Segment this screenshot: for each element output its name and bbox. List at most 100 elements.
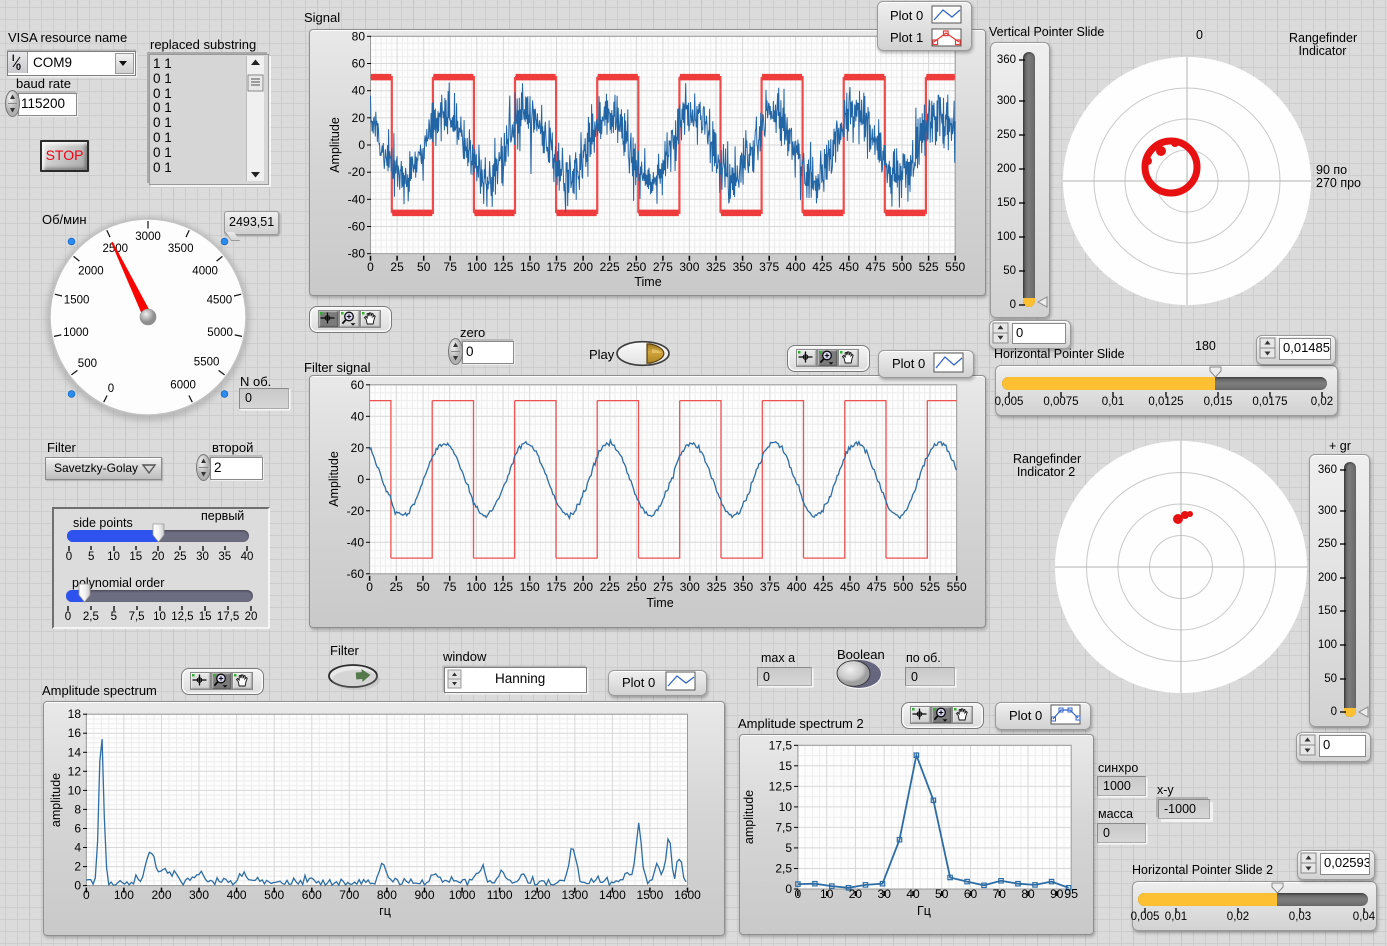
svg-text:I: I bbox=[12, 53, 15, 63]
svg-text:Time: Time bbox=[634, 275, 661, 289]
svg-text:525: 525 bbox=[920, 580, 940, 594]
svg-text:80: 80 bbox=[352, 29, 366, 43]
svg-text:16: 16 bbox=[68, 726, 82, 740]
svg-text:10: 10 bbox=[68, 783, 82, 797]
svg-text:200: 200 bbox=[573, 260, 593, 274]
svg-text:40: 40 bbox=[351, 409, 365, 423]
svg-text:-40: -40 bbox=[348, 192, 366, 206]
svg-text:-60: -60 bbox=[347, 567, 365, 581]
svg-text:175: 175 bbox=[546, 260, 566, 274]
svg-text:3500: 3500 bbox=[168, 243, 194, 255]
svg-text:7,5: 7,5 bbox=[775, 820, 792, 834]
svg-text:100: 100 bbox=[466, 580, 486, 594]
svg-text:15: 15 bbox=[779, 759, 793, 773]
svg-text:150: 150 bbox=[520, 260, 540, 274]
svg-text:0: 0 bbox=[367, 260, 374, 274]
svg-text:75: 75 bbox=[443, 580, 457, 594]
svg-text:12,5: 12,5 bbox=[769, 779, 793, 793]
svg-text:Amplitude: Amplitude bbox=[327, 451, 341, 507]
svg-text:350: 350 bbox=[733, 260, 753, 274]
svg-text:40: 40 bbox=[352, 84, 366, 98]
svg-text:150: 150 bbox=[520, 580, 540, 594]
svg-text:-20: -20 bbox=[348, 165, 366, 179]
svg-text:6000: 6000 bbox=[170, 379, 196, 391]
svg-text:10: 10 bbox=[779, 800, 793, 814]
svg-text:500: 500 bbox=[893, 580, 913, 594]
svg-text:0: 0 bbox=[108, 383, 114, 395]
svg-text:225: 225 bbox=[600, 260, 620, 274]
svg-text:8: 8 bbox=[74, 802, 81, 816]
svg-text:1000: 1000 bbox=[63, 327, 89, 339]
svg-text:300: 300 bbox=[679, 260, 699, 274]
svg-text:500: 500 bbox=[892, 260, 912, 274]
svg-text:200: 200 bbox=[573, 580, 593, 594]
svg-text:6: 6 bbox=[74, 822, 81, 836]
svg-text:1500: 1500 bbox=[64, 295, 90, 307]
svg-text:250: 250 bbox=[626, 580, 646, 594]
svg-text:0: 0 bbox=[16, 62, 21, 72]
svg-text:5000: 5000 bbox=[207, 327, 233, 339]
svg-text:300: 300 bbox=[680, 580, 700, 594]
svg-text:425: 425 bbox=[812, 260, 832, 274]
svg-text:0: 0 bbox=[366, 580, 373, 594]
svg-text:50: 50 bbox=[416, 580, 430, 594]
svg-text:475: 475 bbox=[867, 580, 887, 594]
svg-text:Гц: Гц bbox=[917, 904, 931, 918]
svg-text:-60: -60 bbox=[348, 220, 366, 234]
svg-text:25: 25 bbox=[390, 580, 404, 594]
svg-text:4500: 4500 bbox=[207, 295, 233, 307]
svg-text:525: 525 bbox=[919, 260, 939, 274]
svg-text:250: 250 bbox=[626, 260, 646, 274]
svg-text:75: 75 bbox=[444, 260, 458, 274]
svg-text:2,5: 2,5 bbox=[775, 862, 792, 876]
svg-text:275: 275 bbox=[653, 260, 673, 274]
svg-text:0: 0 bbox=[74, 879, 81, 893]
svg-text:5500: 5500 bbox=[194, 356, 220, 368]
svg-text:275: 275 bbox=[653, 580, 673, 594]
svg-text:17,5: 17,5 bbox=[769, 738, 793, 752]
svg-text:60: 60 bbox=[352, 57, 366, 71]
svg-text:Amplitude: Amplitude bbox=[328, 117, 342, 173]
svg-text:0: 0 bbox=[357, 472, 364, 486]
svg-text:325: 325 bbox=[706, 580, 726, 594]
svg-text:500: 500 bbox=[78, 358, 97, 370]
svg-text:550: 550 bbox=[945, 260, 965, 274]
svg-text:60: 60 bbox=[351, 378, 365, 392]
svg-text:Time: Time bbox=[646, 596, 673, 610]
svg-text:100: 100 bbox=[467, 260, 487, 274]
svg-text:2: 2 bbox=[74, 860, 81, 874]
svg-text:3000: 3000 bbox=[135, 231, 161, 243]
svg-text:375: 375 bbox=[759, 260, 779, 274]
svg-text:0: 0 bbox=[785, 882, 792, 896]
svg-text:amplitude: amplitude bbox=[742, 790, 756, 844]
svg-text:450: 450 bbox=[840, 580, 860, 594]
svg-text:4: 4 bbox=[74, 841, 81, 855]
svg-text:125: 125 bbox=[493, 580, 513, 594]
svg-text:-80: -80 bbox=[348, 247, 366, 261]
svg-text:375: 375 bbox=[760, 580, 780, 594]
svg-text:4000: 4000 bbox=[192, 266, 218, 278]
svg-text:14: 14 bbox=[68, 745, 82, 759]
svg-text:-40: -40 bbox=[347, 535, 365, 549]
svg-text:20: 20 bbox=[352, 111, 366, 125]
svg-text:425: 425 bbox=[813, 580, 833, 594]
svg-text:175: 175 bbox=[546, 580, 566, 594]
svg-text:475: 475 bbox=[865, 260, 885, 274]
svg-text:550: 550 bbox=[947, 580, 967, 594]
svg-text:amplitude: amplitude bbox=[49, 773, 63, 827]
svg-text:25: 25 bbox=[390, 260, 404, 274]
svg-text:350: 350 bbox=[733, 580, 753, 594]
svg-text:12: 12 bbox=[68, 764, 82, 778]
svg-text:400: 400 bbox=[787, 580, 807, 594]
svg-text:450: 450 bbox=[839, 260, 859, 274]
svg-text:-20: -20 bbox=[347, 504, 365, 518]
svg-text:225: 225 bbox=[600, 580, 620, 594]
svg-text:125: 125 bbox=[493, 260, 513, 274]
svg-text:2000: 2000 bbox=[78, 266, 104, 278]
svg-text:325: 325 bbox=[706, 260, 726, 274]
svg-text:50: 50 bbox=[417, 260, 431, 274]
svg-text:400: 400 bbox=[786, 260, 806, 274]
svg-text:18: 18 bbox=[68, 707, 82, 721]
svg-text:5: 5 bbox=[785, 841, 792, 855]
svg-text:20: 20 bbox=[351, 441, 365, 455]
